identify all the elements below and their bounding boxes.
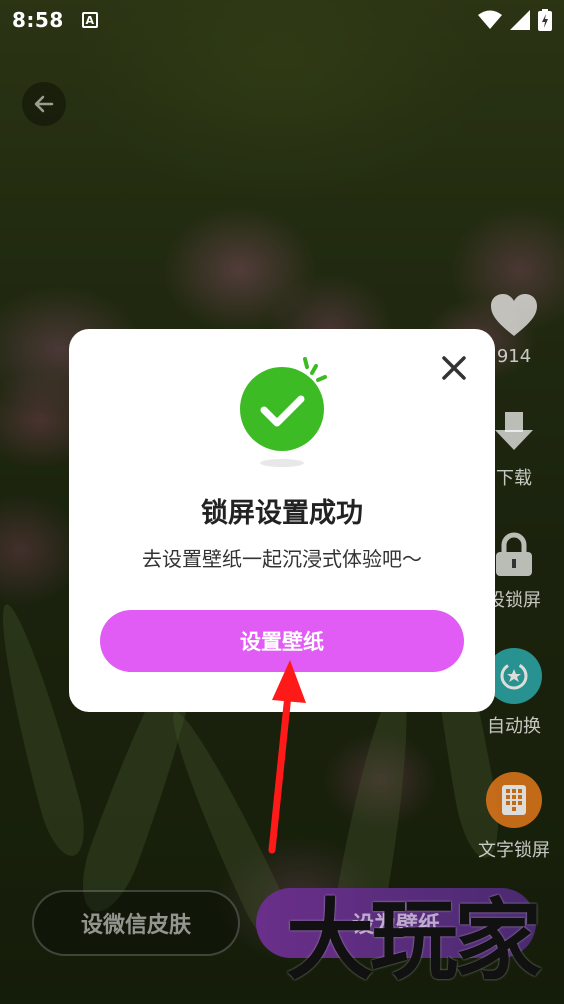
- like-count: 914: [496, 346, 532, 367]
- download-label: 下载: [496, 468, 532, 489]
- set-wallpaper-button[interactable]: 设置壁纸: [100, 610, 464, 672]
- battery-icon: [538, 9, 552, 31]
- lock-icon: [496, 532, 532, 576]
- text-lock-label: 文字锁屏: [478, 840, 550, 861]
- back-button[interactable]: [22, 82, 66, 126]
- arrow-left-icon: [34, 95, 54, 113]
- auto-label: 自动换: [487, 716, 541, 737]
- heart-icon: [491, 294, 537, 336]
- status-bar: 8:58 A: [0, 0, 564, 40]
- notification-icon: A: [81, 12, 98, 28]
- text-lockscreen-action[interactable]: 文字锁屏: [474, 772, 554, 862]
- close-button[interactable]: [439, 353, 469, 383]
- close-icon: [442, 356, 466, 380]
- check-circle-icon: [240, 357, 327, 467]
- dialog-subtitle: 去设置壁纸一起沉浸式体验吧～: [142, 547, 422, 571]
- signal-icon: [510, 10, 530, 30]
- success-dialog: 锁屏设置成功 去设置壁纸一起沉浸式体验吧～ 设置壁纸: [69, 329, 495, 712]
- success-illustration: [237, 355, 337, 471]
- download-icon: [495, 412, 533, 450]
- lock-label: 设锁屏: [487, 590, 541, 611]
- watermark: 大玩家: [286, 888, 542, 992]
- wifi-icon: [478, 10, 502, 29]
- dialog-title: 锁屏设置成功: [201, 498, 363, 529]
- status-time: 8:58: [12, 8, 64, 32]
- keypad-icon: [486, 772, 542, 828]
- set-wechat-skin-button[interactable]: 设微信皮肤: [32, 890, 240, 956]
